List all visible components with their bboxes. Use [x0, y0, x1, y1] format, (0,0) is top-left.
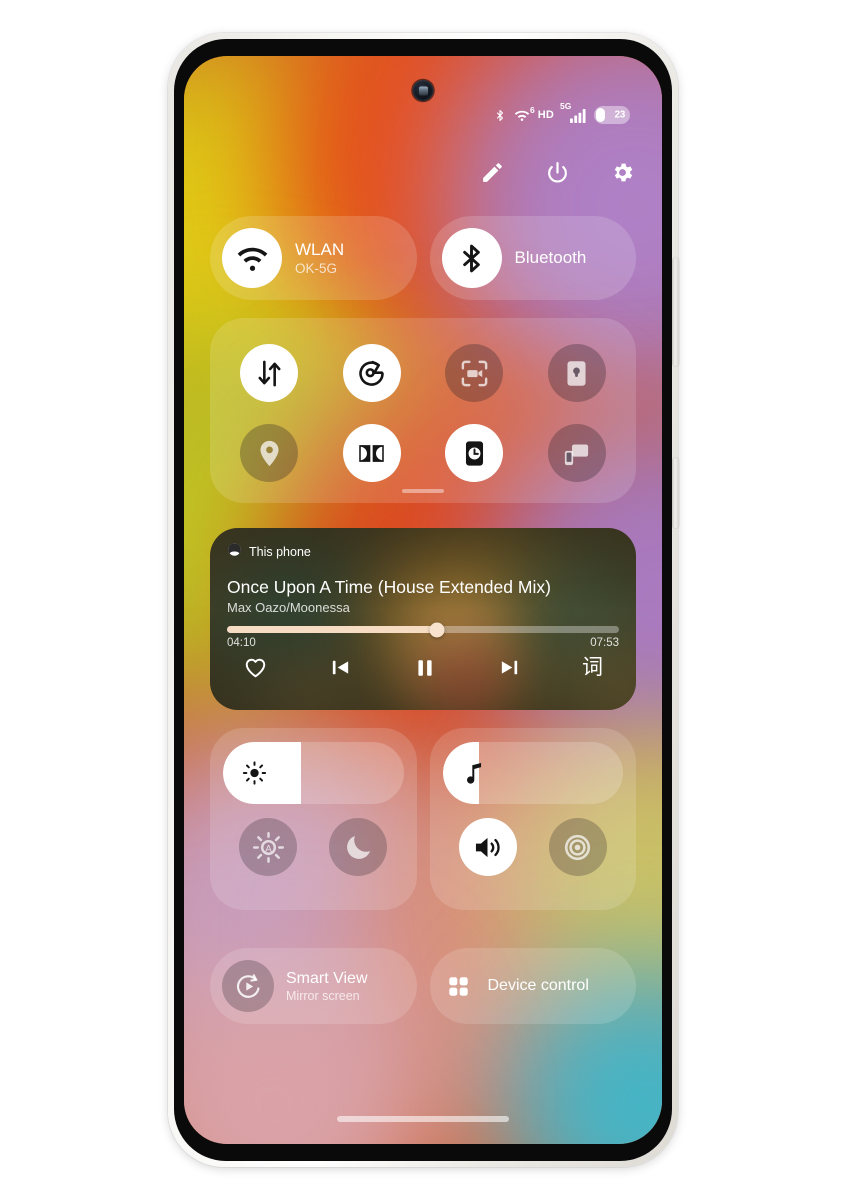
brightness-sun-icon: [242, 761, 267, 786]
power-side-button[interactable]: [672, 458, 679, 528]
device-control-title: Device control: [487, 977, 589, 994]
lyrics-icon[interactable]: 词: [582, 657, 603, 678]
auto-brightness-icon[interactable]: A: [239, 818, 298, 876]
brightness-panel: A: [210, 728, 417, 910]
wlan-title: WLAN: [295, 240, 345, 259]
header-actions: [480, 160, 635, 185]
volume-panel: [429, 728, 636, 910]
battery-indicator: 23: [594, 106, 630, 124]
location-toggle[interactable]: [240, 424, 299, 482]
media-source[interactable]: This phone: [227, 542, 619, 562]
wlan-subtitle: OK-5G: [295, 261, 338, 276]
network-signal-icon: 5G: [560, 101, 587, 123]
reading-mode-toggle[interactable]: [445, 424, 504, 482]
this-phone-icon: [227, 542, 242, 562]
brightness-buttons: A: [223, 818, 404, 876]
toggle-row-1: [210, 341, 636, 405]
mobile-data-toggle[interactable]: [240, 344, 299, 402]
bluetooth-icon: [494, 107, 506, 124]
volume-buttons: [443, 818, 624, 876]
toggles-drag-handle[interactable]: [402, 489, 444, 493]
media-title: Once Upon A Time (House Extended Mix): [227, 577, 551, 597]
sliders-row: A: [210, 728, 636, 910]
media-artist: Max Oazo/Moonessa: [227, 600, 350, 615]
media-controls: 词: [227, 655, 619, 680]
bluetooth-tile[interactable]: Bluetooth: [429, 216, 636, 300]
phone-screen: 6 HD 5G 23 WLAN OK-5G Bluetooth This pho…: [184, 56, 662, 1144]
volume-side-button[interactable]: [672, 258, 679, 366]
gear-settings-icon[interactable]: [610, 160, 635, 185]
bottom-tiles-row: Smart View Mirror screen Device control: [210, 948, 636, 1024]
heart-icon[interactable]: [243, 655, 268, 680]
quick-toggles-panel: [210, 318, 636, 503]
media-progress-slider[interactable]: [227, 622, 619, 637]
power-icon[interactable]: [545, 160, 570, 185]
volume-slider[interactable]: [442, 742, 623, 804]
skip-previous-icon[interactable]: [329, 656, 352, 679]
smart-view-title: Smart View: [286, 969, 368, 987]
hd-label: HD: [537, 109, 554, 121]
media-times: 04:10 07:53: [227, 637, 619, 649]
smart-view-play-icon: [222, 960, 274, 1012]
network-label: 5G: [560, 100, 572, 111]
smart-view-subtitle: Mirror screen: [286, 988, 360, 1003]
screen-cast-toggle[interactable]: [547, 424, 606, 482]
pause-icon[interactable]: [413, 656, 437, 680]
wifi-6-icon: 6: [513, 105, 535, 123]
media-source-label: This phone: [249, 545, 311, 559]
screen-lock-toggle[interactable]: [547, 344, 606, 402]
moon-icon[interactable]: [329, 818, 388, 876]
bluetooth-title: Bluetooth: [514, 248, 587, 267]
media-player[interactable]: This phone Once Upon A Time (House Exten…: [210, 528, 636, 710]
device-control-tile[interactable]: Device control: [429, 948, 636, 1024]
wifi-icon: [222, 228, 282, 288]
media-progress-thumb[interactable]: [429, 622, 445, 637]
battery-percent-label: 23: [614, 109, 625, 121]
connectivity-row: WLAN OK-5G Bluetooth: [210, 216, 636, 300]
brightness-slider[interactable]: [223, 742, 404, 804]
grid-squares-icon: [442, 975, 476, 998]
toggle-row-2: [210, 421, 636, 485]
smart-view-tile[interactable]: Smart View Mirror screen: [210, 948, 417, 1024]
media-duration-time: 07:53: [590, 637, 619, 649]
bluetooth-icon: [441, 228, 502, 288]
front-camera-icon: [412, 80, 434, 101]
media-elapsed-time: 04:10: [227, 637, 256, 649]
svg-text:A: A: [265, 843, 272, 854]
media-progress-fill: [227, 626, 437, 633]
auto-sync-toggle[interactable]: [342, 344, 401, 402]
dolby-atmos-toggle[interactable]: [342, 424, 401, 482]
skip-next-icon[interactable]: [498, 656, 521, 679]
pencil-edit-icon[interactable]: [480, 160, 505, 185]
wlan-tile[interactable]: WLAN OK-5G: [210, 216, 417, 300]
music-note-icon: [462, 761, 487, 786]
screen-recorder-toggle[interactable]: [445, 344, 504, 402]
vibrate-rings-icon[interactable]: [548, 818, 607, 876]
home-indicator[interactable]: [337, 1116, 509, 1122]
status-bar: 6 HD 5G 23: [184, 101, 662, 128]
speaker-volume-icon[interactable]: [458, 818, 517, 876]
